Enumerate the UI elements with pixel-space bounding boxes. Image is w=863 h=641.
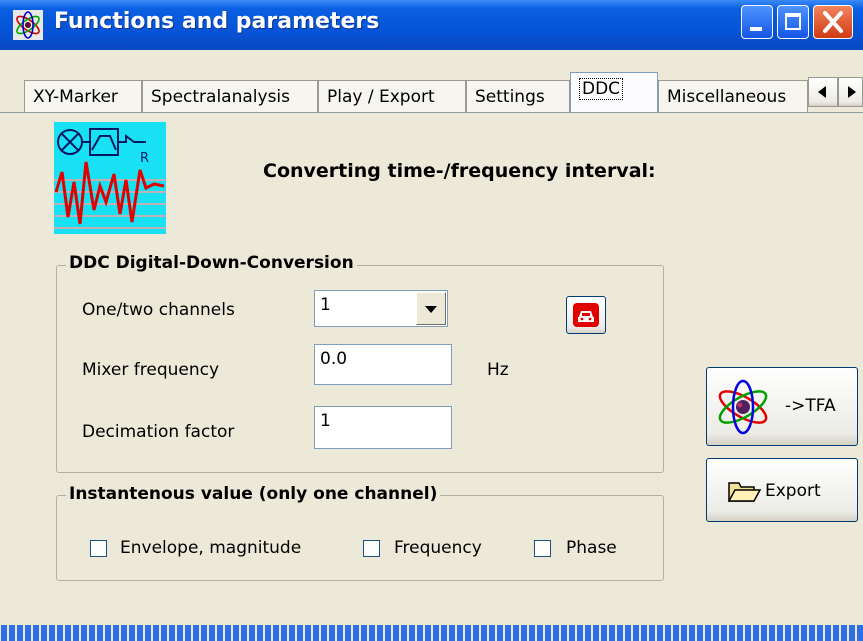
- tab-label: Spectralanalysis: [151, 87, 291, 107]
- tab-label: Settings: [475, 87, 545, 107]
- folder-open-icon: [727, 482, 761, 502]
- tab-spectralanalysis[interactable]: Spectralanalysis: [142, 80, 318, 112]
- tab-label: XY-Marker: [33, 87, 118, 107]
- arrow-left-icon: [818, 86, 826, 98]
- decimation-value: 1: [320, 411, 331, 431]
- envelope-checkbox[interactable]: [90, 540, 107, 557]
- ddc-logo-icon: R: [54, 122, 166, 234]
- minimize-icon: [750, 27, 762, 31]
- close-button[interactable]: [813, 5, 853, 39]
- export-label: Export: [765, 481, 821, 501]
- tab-label: Play / Export: [327, 87, 435, 107]
- progress-bar: [0, 619, 863, 641]
- maximize-button[interactable]: [777, 5, 809, 39]
- tab-play-export[interactable]: Play / Export: [318, 80, 466, 112]
- title-bar: Functions and parameters: [0, 0, 863, 50]
- frequency-checkbox[interactable]: [363, 540, 380, 557]
- tab-miscellaneous[interactable]: Miscellaneous: [658, 80, 808, 112]
- maximize-icon: [785, 13, 801, 30]
- export-button[interactable]: Export: [706, 458, 858, 522]
- tab-xy-marker[interactable]: XY-Marker: [24, 80, 142, 112]
- channels-value: 1: [320, 295, 331, 315]
- ddc-group-title: DDC Digital-Down-Conversion: [66, 253, 357, 273]
- tab-label: Miscellaneous: [667, 87, 787, 107]
- minimize-button[interactable]: [741, 5, 773, 39]
- mixer-frequency-label: Mixer frequency: [82, 360, 220, 380]
- tab-scroll-left-button[interactable]: [808, 77, 838, 107]
- mixer-unit-label: Hz: [487, 360, 509, 380]
- tab-ddc[interactable]: DDC: [570, 72, 658, 114]
- window-title: Functions and parameters: [54, 9, 380, 34]
- atom-app-icon: [13, 10, 43, 40]
- phase-checkbox[interactable]: [534, 540, 551, 557]
- frequency-label: Frequency: [394, 538, 482, 558]
- phase-label: Phase: [566, 538, 617, 558]
- close-icon: [823, 11, 843, 33]
- to-tfa-button[interactable]: ->TFA: [706, 367, 858, 446]
- tab-scroll-right-button[interactable]: [838, 77, 863, 107]
- tab-settings[interactable]: Settings: [466, 80, 570, 112]
- svg-text:R: R: [140, 151, 149, 166]
- car-icon: [573, 303, 599, 327]
- car-button[interactable]: [566, 296, 606, 334]
- to-tfa-label: ->TFA: [785, 396, 836, 416]
- mixer-frequency-value: 0.0: [320, 349, 348, 369]
- decimation-input[interactable]: 1: [314, 406, 452, 449]
- progress-strip: [0, 619, 863, 641]
- chevron-down-icon: [425, 306, 437, 313]
- channels-select[interactable]: 1: [314, 290, 448, 327]
- envelope-label: Envelope, magnitude: [120, 538, 302, 558]
- channels-label: One/two channels: [82, 300, 235, 320]
- page-heading: Converting time-/frequency interval:: [263, 160, 656, 182]
- tab-label: DDC: [579, 78, 624, 100]
- mixer-frequency-input[interactable]: 0.0: [314, 344, 452, 385]
- atom-icon: [718, 379, 768, 435]
- instant-group-title: Instantenous value (only one channel): [66, 484, 441, 504]
- channels-dropdown-button[interactable]: [416, 292, 446, 325]
- decimation-label: Decimation factor: [82, 422, 235, 442]
- arrow-right-icon: [848, 86, 856, 98]
